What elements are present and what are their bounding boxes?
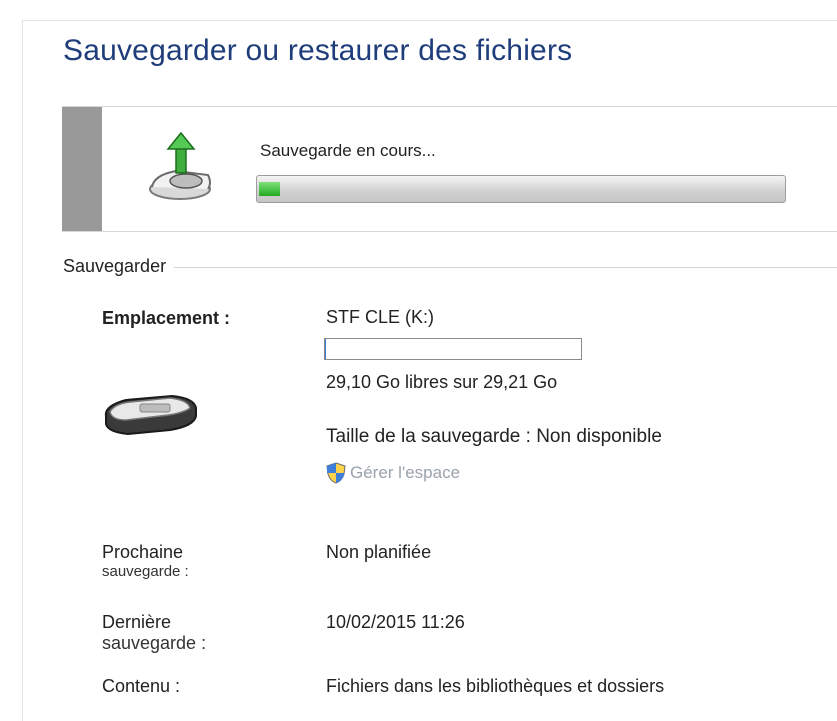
manage-space-link-text: Gérer l'espace xyxy=(350,463,461,482)
next-backup-value: Non planifiée xyxy=(326,542,432,562)
backup-arrow-drive-icon xyxy=(149,131,211,200)
last-backup-label: Dernière sauvegarde : xyxy=(102,612,206,654)
progress-label: Sauvegarde en cours... xyxy=(260,141,436,160)
backup-size-text: Taille de la sauvegarde : Non disponible xyxy=(326,426,662,447)
next-backup-label: Prochaine sauvegarde : xyxy=(102,542,189,580)
contents-value: Fichiers dans les bibliothèques et dossi… xyxy=(326,676,665,696)
drive-capacity-used xyxy=(325,339,327,359)
drive-name: STF CLE (K:) xyxy=(326,307,435,327)
page-title: Sauvegarder ou restaurer des fichiers xyxy=(63,34,573,67)
backup-progress-bar xyxy=(256,175,786,203)
next-backup-label-line1: Prochaine xyxy=(102,542,184,562)
manage-space-link[interactable]: Gérer l'espace xyxy=(326,460,460,486)
group-divider xyxy=(63,267,837,268)
uac-shield-icon xyxy=(326,462,346,484)
backup-progress-fill xyxy=(259,182,281,196)
panel-accent-bar xyxy=(62,107,102,231)
usb-drive-icon xyxy=(104,394,197,436)
drive-capacity-bar xyxy=(324,338,582,360)
next-backup-label-line2: sauvegarde : xyxy=(102,563,189,580)
last-backup-value: 10/02/2015 11:26 xyxy=(326,612,465,632)
backup-group-header: Sauvegarder xyxy=(63,254,837,280)
contents-label: Contenu : xyxy=(102,676,181,696)
free-space-text: 29,10 Go libres sur 29,21 Go xyxy=(326,372,558,392)
last-backup-label-line2: sauvegarde : xyxy=(102,633,207,653)
backup-progress-panel: Sauvegarde en cours... xyxy=(62,106,837,232)
location-label: Emplacement : xyxy=(102,308,231,328)
last-backup-label-line1: Dernière xyxy=(102,612,172,632)
backup-group-label: Sauvegarder xyxy=(63,256,175,277)
